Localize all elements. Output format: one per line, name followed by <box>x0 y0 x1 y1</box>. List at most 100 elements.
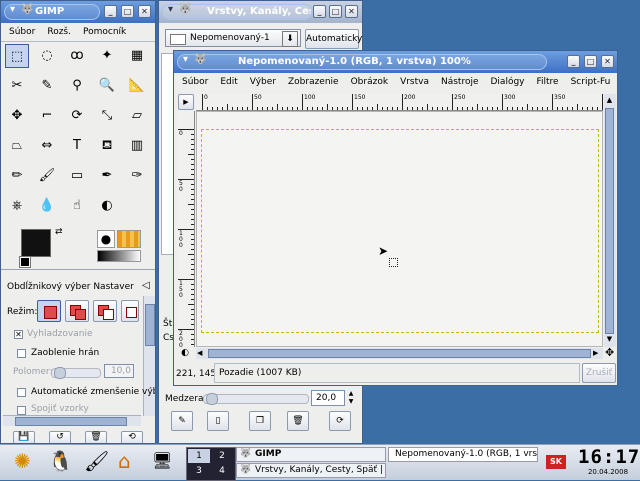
close-icon[interactable]: ✕ <box>138 5 151 18</box>
edit-brush-button[interactable]: ✎ <box>171 411 193 431</box>
desktop-4[interactable]: 4 <box>211 464 233 478</box>
vertical-scrollbar[interactable]: ▲ ▼ <box>604 94 616 347</box>
mode-intersect-button[interactable] <box>121 300 139 322</box>
close-icon[interactable]: ✕ <box>345 5 358 18</box>
blur-icon[interactable]: 💧 <box>35 194 59 218</box>
merged-checkbox[interactable] <box>17 406 26 415</box>
menu-image[interactable]: Obrázok <box>345 75 394 89</box>
save-options-button[interactable]: 💾 <box>13 431 35 443</box>
menu-filters[interactable]: Filtre <box>531 75 565 89</box>
task-image[interactable]: Nepomenovaný-1.0 (RGB, 1 vrstva <box>388 447 538 462</box>
horizontal-scrollbar[interactable]: ◀ ▶ <box>196 348 603 359</box>
shear-icon[interactable]: ▱ <box>125 104 149 128</box>
menu-script-fu[interactable]: Script-Fu <box>565 75 617 89</box>
crop-icon[interactable]: ⌐ <box>35 104 59 128</box>
menu-select[interactable]: Výber <box>244 75 282 89</box>
keyboard-layout[interactable]: SK <box>546 455 566 469</box>
brush-preview[interactable]: ● <box>97 230 115 248</box>
delete-brush-button[interactable]: 🗑 <box>287 411 309 431</box>
paintbrush-icon[interactable]: 🖌 <box>35 164 59 188</box>
move-icon[interactable]: ✥ <box>5 104 29 128</box>
window-menu-icon[interactable]: ▾ <box>10 4 15 15</box>
feather-checkbox[interactable] <box>17 349 26 358</box>
tab-menu-icon[interactable]: ◁ <box>142 280 150 291</box>
maximize-icon[interactable]: □ <box>121 5 134 18</box>
tool-options-scrollbar[interactable] <box>143 296 155 416</box>
dodge-burn-icon[interactable]: ◐ <box>95 194 119 218</box>
spacing-slider[interactable] <box>203 393 309 405</box>
mode-replace-button[interactable] <box>37 300 61 322</box>
restore-options-button[interactable]: ↺ <box>49 431 71 443</box>
navigate-icon[interactable]: ✥ <box>605 346 614 359</box>
rect-select-icon[interactable]: ⬚ <box>5 44 29 68</box>
duplicate-brush-button[interactable]: ❐ <box>249 411 271 431</box>
layers-titlebar[interactable]: Vrstvy, Kanály, Ces ▾ 🐺 _ □ ✕ <box>159 1 362 23</box>
pattern-preview[interactable] <box>117 230 141 248</box>
bucket-fill-icon[interactable]: ⛾ <box>95 134 119 158</box>
antialias-checkbox[interactable]: ✕ <box>14 330 23 339</box>
horizontal-ruler[interactable]: 050100150200250300350400450 <box>196 94 603 111</box>
minimize-icon[interactable]: _ <box>104 5 117 18</box>
close-icon[interactable]: ✕ <box>601 55 614 68</box>
clock[interactable]: 16:17 20.04.2008 <box>578 446 639 480</box>
maximize-icon[interactable]: □ <box>329 5 342 18</box>
desktop-tool-icon[interactable]: 🖌 <box>84 449 109 473</box>
radius-slider[interactable] <box>51 367 101 379</box>
mode-subtract-button[interactable] <box>93 300 117 322</box>
zoom-menu-icon[interactable]: ◐ <box>178 348 192 360</box>
blend-icon[interactable]: ▥ <box>125 134 149 158</box>
spacing-spinner[interactable]: ▲ ▼ <box>346 390 356 406</box>
minimize-icon[interactable]: _ <box>313 5 326 18</box>
canvas-area[interactable]: ➤ <box>196 111 603 347</box>
airbrush-icon[interactable]: ✒ <box>95 164 119 188</box>
measure-icon[interactable]: 📐 <box>125 74 149 98</box>
new-brush-button[interactable]: ▯ <box>207 411 229 431</box>
menu-layer[interactable]: Vrstva <box>394 75 435 89</box>
zoom-icon[interactable]: 🔍 <box>95 74 119 98</box>
fuzzy-select-icon[interactable]: ✦ <box>95 44 119 68</box>
refresh-brushes-button[interactable]: ⟳ <box>329 411 351 431</box>
auto-shrink-checkbox[interactable] <box>17 388 26 397</box>
scissors-select-icon[interactable]: ✂ <box>5 74 29 98</box>
maximize-icon[interactable]: □ <box>584 55 597 68</box>
menu-help[interactable]: Pomocník <box>77 25 132 39</box>
clone-icon[interactable]: ⎈ <box>5 194 29 218</box>
kde-menu-icon[interactable]: ✺ <box>14 449 31 473</box>
fg-color-swatch[interactable] <box>21 229 51 257</box>
desktop-1[interactable]: 1 <box>188 449 210 463</box>
reset-options-button[interactable]: ⟲ <box>121 431 143 443</box>
task-layers[interactable]: 🐺Vrstvy, Kanály, Cesty, Späť | Števo <box>236 463 386 478</box>
smudge-icon[interactable]: ☝ <box>65 194 89 218</box>
radius-input[interactable]: 10,0 <box>104 364 134 378</box>
auto-button[interactable]: Automaticky <box>305 29 362 49</box>
color-picker-icon[interactable]: ⚲ <box>65 74 89 98</box>
quick-mask-menu-button[interactable]: ▶ <box>178 94 194 110</box>
gradient-preview[interactable] <box>97 250 141 262</box>
image-titlebar[interactable]: Nepomenovaný-1.0 (RGB, 1 vrstva) 100% ▾ … <box>174 51 617 73</box>
ellipse-select-icon[interactable]: ◌ <box>35 44 59 68</box>
menu-file[interactable]: Súbor <box>176 75 214 89</box>
image-select[interactable]: Nepomenovaný-1 ⬇ <box>165 29 301 47</box>
minimize-icon[interactable]: _ <box>567 55 580 68</box>
menu-dialogs[interactable]: Dialógy <box>485 75 531 89</box>
task-gimp[interactable]: 🐺 GIMP <box>236 447 386 462</box>
menu-view[interactable]: Zobrazenie <box>282 75 345 89</box>
perspective-icon[interactable]: ⏢ <box>5 134 29 158</box>
menu-file[interactable]: Súbor <box>3 25 41 39</box>
desktop-3[interactable]: 3 <box>188 464 210 478</box>
rotate-icon[interactable]: ⟳ <box>65 104 89 128</box>
desktop-2[interactable]: 2 <box>211 449 233 463</box>
menu-xtns[interactable]: Rozš. <box>41 25 77 39</box>
color-select-icon[interactable]: ▦ <box>125 44 149 68</box>
menu-edit[interactable]: Edit <box>214 75 243 89</box>
text-icon[interactable]: T <box>65 134 89 158</box>
ink-icon[interactable]: ✑ <box>125 164 149 188</box>
scale-icon[interactable]: ⤡ <box>95 104 119 128</box>
swap-colors-icon[interactable]: ⇄ <box>55 227 63 237</box>
lasso-select-icon[interactable]: ꝏ <box>65 44 89 68</box>
mode-add-button[interactable] <box>65 300 89 322</box>
window-menu-icon[interactable]: ▾ <box>168 4 173 15</box>
window-menu-icon[interactable]: ▾ <box>183 54 188 65</box>
spacing-input[interactable]: 20,0 <box>311 390 345 406</box>
vertical-ruler[interactable]: 0 50 100 150 200 <box>178 111 195 347</box>
